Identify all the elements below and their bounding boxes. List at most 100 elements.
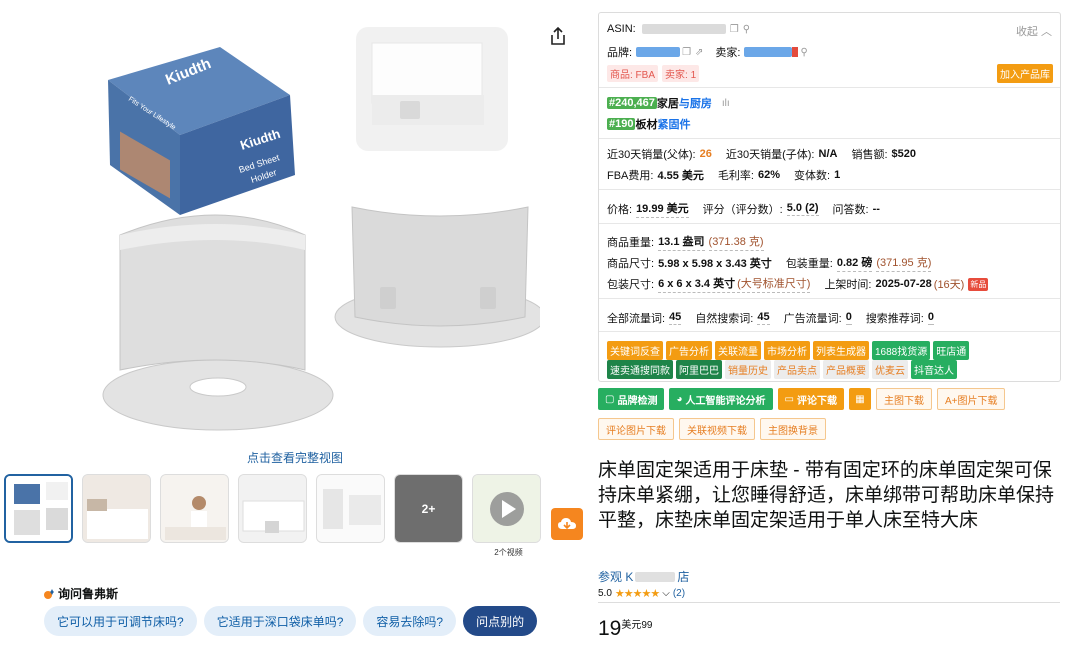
review-download-button[interactable]: ▭ 评论下载 xyxy=(777,388,844,410)
rec-keywords-label: 搜索推荐词: xyxy=(865,313,924,325)
tool-douyin-influencer[interactable]: 抖音达人 xyxy=(911,360,957,379)
review-download-label: 评论下载 xyxy=(796,395,837,407)
video-download-button[interactable]: 关联视频下载 xyxy=(679,418,755,440)
seller-count-tag: 卖家: 1 xyxy=(662,65,700,82)
thumbnail-1[interactable] xyxy=(4,474,73,543)
share-icon[interactable] xyxy=(548,26,568,46)
review-count-link[interactable]: (2) xyxy=(673,588,685,599)
store-suffix: 店 xyxy=(677,570,690,584)
tool-1688-source[interactable]: 1688找货源 xyxy=(872,341,931,360)
aplus-download-button[interactable]: A+图片下载 xyxy=(936,388,1006,410)
background-replace-button[interactable]: 主图换背景 xyxy=(760,418,826,440)
copy-icon[interactable]: ❐ xyxy=(682,47,691,58)
brand-check-label: 品牌检测 xyxy=(617,395,658,407)
revenue-value: $520 xyxy=(891,148,916,160)
brand-check-button[interactable]: ▢ 品牌检测 xyxy=(598,388,665,410)
pkg-weight-alt: (371.95 克) xyxy=(876,254,932,272)
collapse-button[interactable]: 收起 ︿ xyxy=(1016,23,1052,39)
thumbnail-5[interactable] xyxy=(316,474,385,543)
external-link-icon[interactable]: ⇗ xyxy=(695,47,703,58)
ad-keywords-value[interactable]: 0 xyxy=(845,311,852,325)
brand-label: 品牌: xyxy=(607,47,633,59)
tool-aliexpress-search[interactable]: 速卖通搜同款 xyxy=(607,360,673,379)
asin-row: ASIN: ❐ ⚲ xyxy=(607,23,752,35)
calculator-button[interactable]: ▦ xyxy=(848,388,871,410)
location-icon[interactable]: ⚲ xyxy=(743,24,750,35)
organic-keywords-value[interactable]: 45 xyxy=(757,311,770,325)
tool-sales-history[interactable]: 销量历史 xyxy=(725,360,771,379)
tool-product-summary[interactable]: 产品概要 xyxy=(823,360,869,379)
tool-related-traffic[interactable]: 关联流量 xyxy=(715,341,761,360)
product-price: 19 美元 99 xyxy=(598,618,652,640)
add-to-library-button[interactable]: 加入产品库 xyxy=(997,64,1053,83)
sales30-parent-value: 26 xyxy=(699,148,712,160)
tool-keyword-reverse[interactable]: 关键词反查 xyxy=(607,341,663,360)
tool-youmaiyun[interactable]: 优麦云 xyxy=(872,360,908,379)
sales30-parent-label: 近30天销量(父体): xyxy=(607,149,696,161)
rufus-question-1[interactable]: 它可以用于可调节床吗? xyxy=(44,606,197,636)
ai-review-button[interactable]: ◕ 人工智能评论分析 xyxy=(669,388,773,410)
thumbnail-4[interactable] xyxy=(238,474,307,543)
rufus-sparkle-icon xyxy=(44,588,54,599)
brand-row: 品牌: ❐ ⇗ 卖家: ⚲ xyxy=(607,44,810,60)
play-icon xyxy=(473,475,540,542)
rufus-question-3[interactable]: 容易去除吗? xyxy=(363,606,457,636)
bar-chart-icon[interactable]: ılı xyxy=(722,98,730,109)
chat-icon: ▭ xyxy=(784,393,794,405)
view-full-link[interactable]: 点击查看完整视图 xyxy=(0,449,590,466)
margin-value: 62% xyxy=(757,169,781,181)
video-count-label: 2个视频 xyxy=(494,548,523,557)
tool-selling-points[interactable]: 产品卖点 xyxy=(774,360,820,379)
seller-value-redacted[interactable] xyxy=(744,47,793,57)
tool-wangdiantong[interactable]: 旺店通 xyxy=(933,341,970,360)
product-page: { "gallery": { "view_full_label": "点击查看完… xyxy=(0,0,1080,651)
tools-row-2: 速卖通搜同款 阿里巴巴 销量历史 产品卖点 产品概要 优麦云 抖音达人 xyxy=(607,360,957,379)
variants-value: 1 xyxy=(834,169,841,181)
pie-icon: ◕ xyxy=(676,393,683,405)
star-rating-icon[interactable]: ★★★★★ xyxy=(615,587,660,600)
holder-large-image xyxy=(102,214,334,431)
rec-keywords-value[interactable]: 0 xyxy=(927,311,934,325)
all-keywords-value[interactable]: 45 xyxy=(669,311,682,325)
rufus-ask-other[interactable]: 问点别的 xyxy=(463,606,538,636)
new-product-badge: 新品 xyxy=(968,277,989,291)
store-link[interactable]: 参观 K 店 xyxy=(598,568,689,585)
size-value: 5.98 x 5.98 x 3.43 英寸 xyxy=(658,258,772,270)
organic-keywords-label: 自然搜索词: xyxy=(695,313,754,325)
price-row: 价格: 19.99 美元 评分（评分数）: 5.0 (2) 问答数: -- xyxy=(607,200,894,218)
rufus-question-2[interactable]: 它适用于深口袋床单吗? xyxy=(203,606,357,636)
divider xyxy=(599,298,1060,299)
divider xyxy=(599,87,1060,88)
fba-fee-label: FBA费用: xyxy=(607,170,654,182)
main-image-download-button[interactable]: 主图下载 xyxy=(875,388,932,410)
pkg-size-value: 6 x 6 x 3.4 英寸 xyxy=(658,275,736,293)
rank-category-link-1[interactable]: 与厨房 xyxy=(679,95,712,111)
store-prefix: 参观 K xyxy=(598,570,634,584)
thumbnail-6[interactable]: 2+ xyxy=(394,474,463,543)
rufus-title: 询问鲁弗斯 xyxy=(58,587,119,601)
tool-alibaba[interactable]: 阿里巴巴 xyxy=(676,360,722,379)
main-product-image[interactable]: Kiudth Fits Your Lifestyle Kiudth Bed Sh… xyxy=(100,25,540,445)
weight-label: 商品重量: xyxy=(607,237,655,249)
divider xyxy=(599,223,1060,224)
location-icon[interactable]: ⚲ xyxy=(800,47,807,58)
thumbnail-2[interactable] xyxy=(82,474,151,543)
video-thumbnail[interactable] xyxy=(472,474,541,543)
copy-icon[interactable]: ❐ xyxy=(730,24,739,35)
tool-ad-analysis[interactable]: 广告分析 xyxy=(666,341,712,360)
thumbnail-3[interactable] xyxy=(160,474,229,543)
rufus-header: 询问鲁弗斯 xyxy=(44,585,118,602)
rank-category-link-2[interactable]: 紧固件 xyxy=(657,116,690,132)
download-cloud-button[interactable] xyxy=(551,508,583,540)
review-image-download-button[interactable]: 评论图片下载 xyxy=(598,418,674,440)
seller-tool-panel: ASIN: ❐ ⚲ 收起 ︿ 品牌: ❐ ⇗ 卖家: ⚲ 商品: FBA 卖家:… xyxy=(598,12,1061,382)
store-name-redacted xyxy=(635,571,676,582)
pkg-weight-value: 0.82 磅 xyxy=(836,254,873,272)
action-buttons-row-2: 评论图片下载 关联视频下载 主图换背景 xyxy=(598,418,826,440)
chevron-up-icon: ︿ xyxy=(1041,26,1052,38)
tool-market-analysis[interactable]: 市场分析 xyxy=(764,341,810,360)
pkg-size-row: 包装尺寸: 6 x 6 x 3.4 英寸 (大号标准尺寸) 上架时间: 2025… xyxy=(607,275,989,293)
tool-listing-generator[interactable]: 列表生成器 xyxy=(813,341,869,360)
chevron-down-icon[interactable]: ⌵ xyxy=(662,588,670,599)
brand-value-redacted[interactable] xyxy=(636,47,681,57)
